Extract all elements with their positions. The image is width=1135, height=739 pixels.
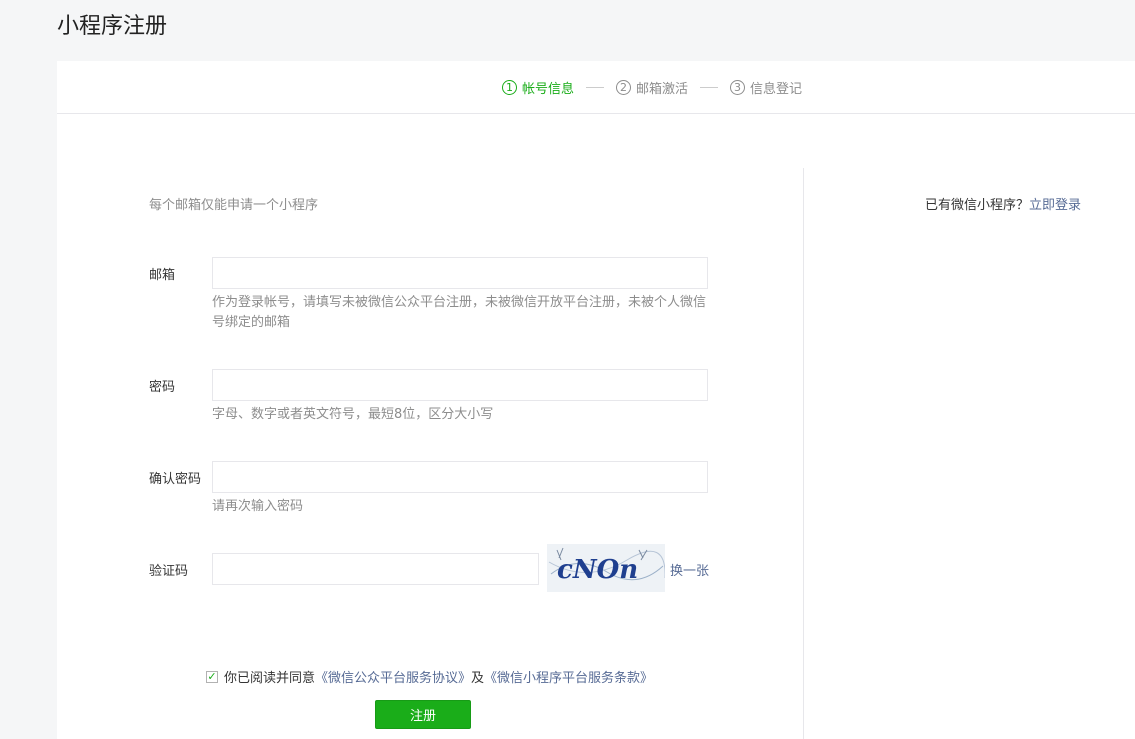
captcha-graphic: cNOn	[547, 544, 665, 592]
step-label: 帐号信息	[521, 81, 574, 97]
agreement-prefix: 你已阅读并同意	[224, 671, 316, 686]
service-terms-link[interactable]: 《微信小程序平台服务条款》	[484, 667, 653, 686]
page-title: 小程序注册	[57, 14, 168, 39]
registration-card: 1 帐号信息 2 邮箱激活 3 信息登记 每个邮箱仅能申请一个小程序 已有微信小…	[57, 61, 1135, 739]
email-label: 邮箱	[149, 268, 176, 283]
password-field[interactable]	[212, 369, 708, 401]
step-indicator: 1 帐号信息 2 邮箱激活 3 信息登记	[57, 61, 1135, 114]
agreement-and: 及	[471, 671, 485, 686]
step-number: 1	[501, 79, 517, 95]
step-info-registration: 3 信息登记	[730, 78, 802, 97]
captcha-field[interactable]	[212, 553, 539, 585]
password-label: 密码	[149, 380, 176, 395]
password-hint: 字母、数字或者英文符号，最短8位，区分大小写	[212, 407, 494, 422]
email-field[interactable]	[212, 257, 708, 289]
captcha-text: cNOn	[557, 555, 638, 585]
step-divider	[585, 86, 604, 88]
step-account-info: 1 帐号信息	[501, 78, 574, 97]
step-number: 3	[730, 79, 745, 95]
step-email-activation: 2 邮箱激活	[615, 78, 688, 97]
register-button[interactable]: 注册	[375, 700, 471, 729]
form-tip: 每个邮箱仅能申请一个小程序	[149, 198, 319, 213]
step-label: 邮箱激活	[635, 81, 688, 97]
service-agreement-link[interactable]: 《微信公众平台服务协议》	[315, 667, 471, 686]
login-link[interactable]: 立即登录	[1029, 198, 1081, 213]
captcha-label: 验证码	[149, 564, 189, 579]
email-hint: 作为登录帐号，请填写未被微信公众平台注册，未被微信开放平台注册，未被个人微信号绑…	[212, 295, 707, 330]
step-number: 2	[615, 79, 631, 95]
agreement-checkbox[interactable]: ✓	[206, 670, 218, 683]
vertical-divider	[803, 168, 804, 739]
confirm-password-field[interactable]	[212, 461, 708, 493]
confirm-password-label: 确认密码	[149, 472, 202, 487]
agreement-row: ✓ 你已阅读并同意 《微信公众平台服务协议》 及 《微信小程序平台服务条款》	[206, 667, 653, 686]
check-icon: ✓	[207, 670, 217, 683]
step-label: 信息登记	[750, 81, 803, 97]
captcha-refresh-link[interactable]: 换一张	[670, 560, 709, 579]
login-prompt-text: 已有微信小程序？	[924, 198, 1029, 213]
confirm-password-hint: 请再次输入密码	[212, 499, 304, 514]
login-prompt: 已有微信小程序？立即登录	[925, 194, 1081, 213]
captcha-image[interactable]: cNOn	[547, 544, 665, 592]
step-divider	[700, 86, 718, 88]
